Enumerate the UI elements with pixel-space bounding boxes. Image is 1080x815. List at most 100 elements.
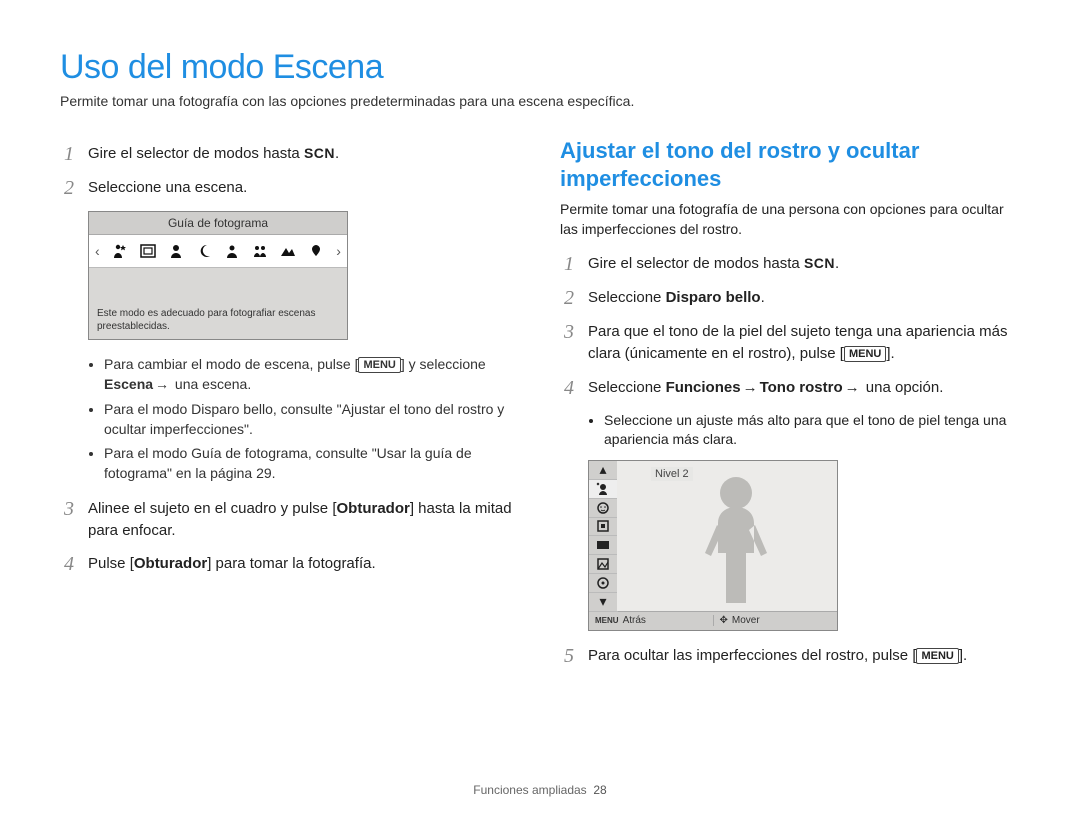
step-text: Gire el selector de modos hasta SCN. bbox=[88, 143, 520, 165]
step-number: 1 bbox=[560, 253, 578, 275]
beauty-shot-icon bbox=[166, 241, 186, 261]
move-icon: ✥ bbox=[720, 615, 728, 626]
step-number: 2 bbox=[60, 177, 78, 199]
text: Para ocultar las imperfecciones del rost… bbox=[588, 647, 916, 664]
left-bullets: Para cambiar el modo de escena, pulse [M… bbox=[60, 354, 520, 484]
text: Obturador bbox=[134, 555, 207, 572]
left-step-3: 3 Alinee el sujeto en el cuadro y pulse … bbox=[60, 498, 520, 542]
face-tone-screen: ▴ ▾ bbox=[588, 460, 838, 631]
text: Seleccione bbox=[588, 379, 666, 396]
chevron-right-icon: › bbox=[334, 243, 343, 259]
quality-icon bbox=[589, 555, 617, 574]
down-caret-icon: ▾ bbox=[589, 593, 617, 612]
footer-back: MENU Atrás bbox=[589, 615, 714, 626]
right-subbullets: Seleccione un ajuste más alto para que e… bbox=[560, 411, 1020, 450]
step-text: Para ocultar las imperfecciones del rost… bbox=[588, 645, 1020, 667]
step-number: 2 bbox=[560, 287, 578, 309]
text: Para que el tono de la piel del sujeto t… bbox=[588, 323, 1007, 362]
resolution-icon bbox=[589, 536, 617, 555]
bullet-item: Seleccione un ajuste más alto para que e… bbox=[604, 411, 1020, 450]
text: Obturador bbox=[337, 500, 410, 517]
chevron-left-icon: ‹ bbox=[93, 243, 102, 259]
footer-page-number: 28 bbox=[593, 783, 606, 797]
text: Escena bbox=[104, 376, 153, 392]
screen-footer: MENU Atrás ✥ Mover bbox=[589, 611, 837, 630]
right-step-5: 5 Para ocultar las imperfecciones del ro… bbox=[560, 645, 1020, 667]
menu-icon: MENU bbox=[916, 648, 958, 664]
arrow-icon: → bbox=[743, 379, 758, 396]
bullet-item: Para cambiar el modo de escena, pulse [M… bbox=[104, 354, 520, 395]
scn-icon: SCN bbox=[304, 145, 335, 161]
step-text: Gire el selector de modos hasta SCN. bbox=[588, 253, 1020, 275]
step-text: Seleccione una escena. bbox=[88, 177, 520, 199]
left-column: 1 Gire el selector de modos hasta SCN. 2… bbox=[60, 137, 520, 679]
bullet-item: Para el modo Guía de fotograma, consulte… bbox=[104, 443, 520, 484]
page-intro: Permite tomar una fotografía con las opc… bbox=[60, 93, 1020, 109]
focus-area-icon bbox=[589, 518, 617, 537]
menu-icon: MENU bbox=[844, 346, 886, 362]
step-number: 4 bbox=[560, 377, 578, 399]
page-footer: Funciones ampliadas 28 bbox=[0, 783, 1080, 797]
text: Alinee el sujeto en el cuadro y pulse [ bbox=[88, 500, 337, 517]
text: . bbox=[335, 145, 339, 162]
text: Pulse [ bbox=[88, 555, 134, 572]
text: ]. bbox=[886, 345, 894, 362]
landscape-icon bbox=[278, 241, 298, 261]
step-number: 3 bbox=[60, 498, 78, 542]
screen-title-bar: Guía de fotograma bbox=[89, 212, 347, 235]
right-column: Ajustar el tono del rostro y ocultar imp… bbox=[560, 137, 1020, 679]
text: Mover bbox=[732, 615, 760, 626]
text: Disparo bello bbox=[666, 289, 761, 306]
face-tone-icon bbox=[589, 480, 617, 499]
right-step-4: 4 Seleccione Funciones→Tono rostro→ una … bbox=[560, 377, 1020, 399]
text: Tono rostro bbox=[760, 379, 843, 396]
person-night-icon bbox=[110, 241, 130, 261]
up-caret-icon: ▴ bbox=[589, 461, 617, 480]
text: . bbox=[835, 255, 839, 272]
left-step-2: 2 Seleccione una escena. bbox=[60, 177, 520, 199]
text: Atrás bbox=[623, 615, 646, 626]
right-step-3: 3 Para que el tono de la piel del sujeto… bbox=[560, 321, 1020, 365]
text: una opción. bbox=[862, 379, 944, 396]
subsection-intro: Permite tomar una fotografía de una pers… bbox=[560, 200, 1020, 239]
arrow-icon: → bbox=[845, 379, 860, 396]
night-icon bbox=[194, 241, 214, 261]
left-step-4: 4 Pulse [Obturador] para tomar la fotogr… bbox=[60, 553, 520, 575]
content-columns: 1 Gire el selector de modos hasta SCN. 2… bbox=[60, 137, 1020, 679]
step-text: Seleccione Funciones→Tono rostro→ una op… bbox=[588, 377, 1020, 399]
step-number: 4 bbox=[60, 553, 78, 575]
scn-icon: SCN bbox=[804, 255, 835, 271]
text: ]. bbox=[959, 647, 967, 664]
step-number: 5 bbox=[560, 645, 578, 667]
page-title: Uso del modo Escena bbox=[60, 48, 1020, 87]
text: ] para tomar la fotografía. bbox=[207, 555, 375, 572]
step-text: Pulse [Obturador] para tomar la fotograf… bbox=[88, 553, 520, 575]
frame-guide-icon bbox=[138, 241, 158, 261]
face-retouch-icon bbox=[589, 499, 617, 518]
menu-icon: MENU bbox=[358, 357, 400, 373]
footer-move: ✥ Mover bbox=[714, 615, 838, 626]
text: una escena. bbox=[171, 376, 251, 392]
person-silhouette-icon bbox=[691, 471, 781, 611]
text: Gire el selector de modos hasta bbox=[88, 145, 304, 162]
children-icon bbox=[250, 241, 270, 261]
right-step-1: 1 Gire el selector de modos hasta SCN. bbox=[560, 253, 1020, 275]
screen-canvas: Nivel 2 bbox=[617, 461, 837, 611]
level-label: Nivel 2 bbox=[651, 467, 693, 481]
text: . bbox=[761, 289, 765, 306]
acb-icon bbox=[589, 574, 617, 593]
portrait-icon bbox=[222, 241, 242, 261]
closeup-icon bbox=[306, 241, 326, 261]
footer-section: Funciones ampliadas bbox=[473, 783, 586, 797]
left-icon-strip: ▴ ▾ bbox=[589, 461, 618, 612]
text: ] y seleccione bbox=[401, 356, 486, 372]
menu-icon: MENU bbox=[595, 616, 619, 625]
text: Gire el selector de modos hasta bbox=[588, 255, 804, 272]
arrow-icon: → bbox=[155, 376, 169, 392]
screen-description: Este modo es adecuado para fotografiar e… bbox=[89, 267, 347, 339]
text: Funciones bbox=[666, 379, 741, 396]
subsection-heading: Ajustar el tono del rostro y ocultar imp… bbox=[560, 137, 1020, 192]
step-number: 1 bbox=[60, 143, 78, 165]
step-text: Seleccione Disparo bello. bbox=[588, 287, 1020, 309]
text: Para cambiar el modo de escena, pulse [ bbox=[104, 356, 358, 372]
